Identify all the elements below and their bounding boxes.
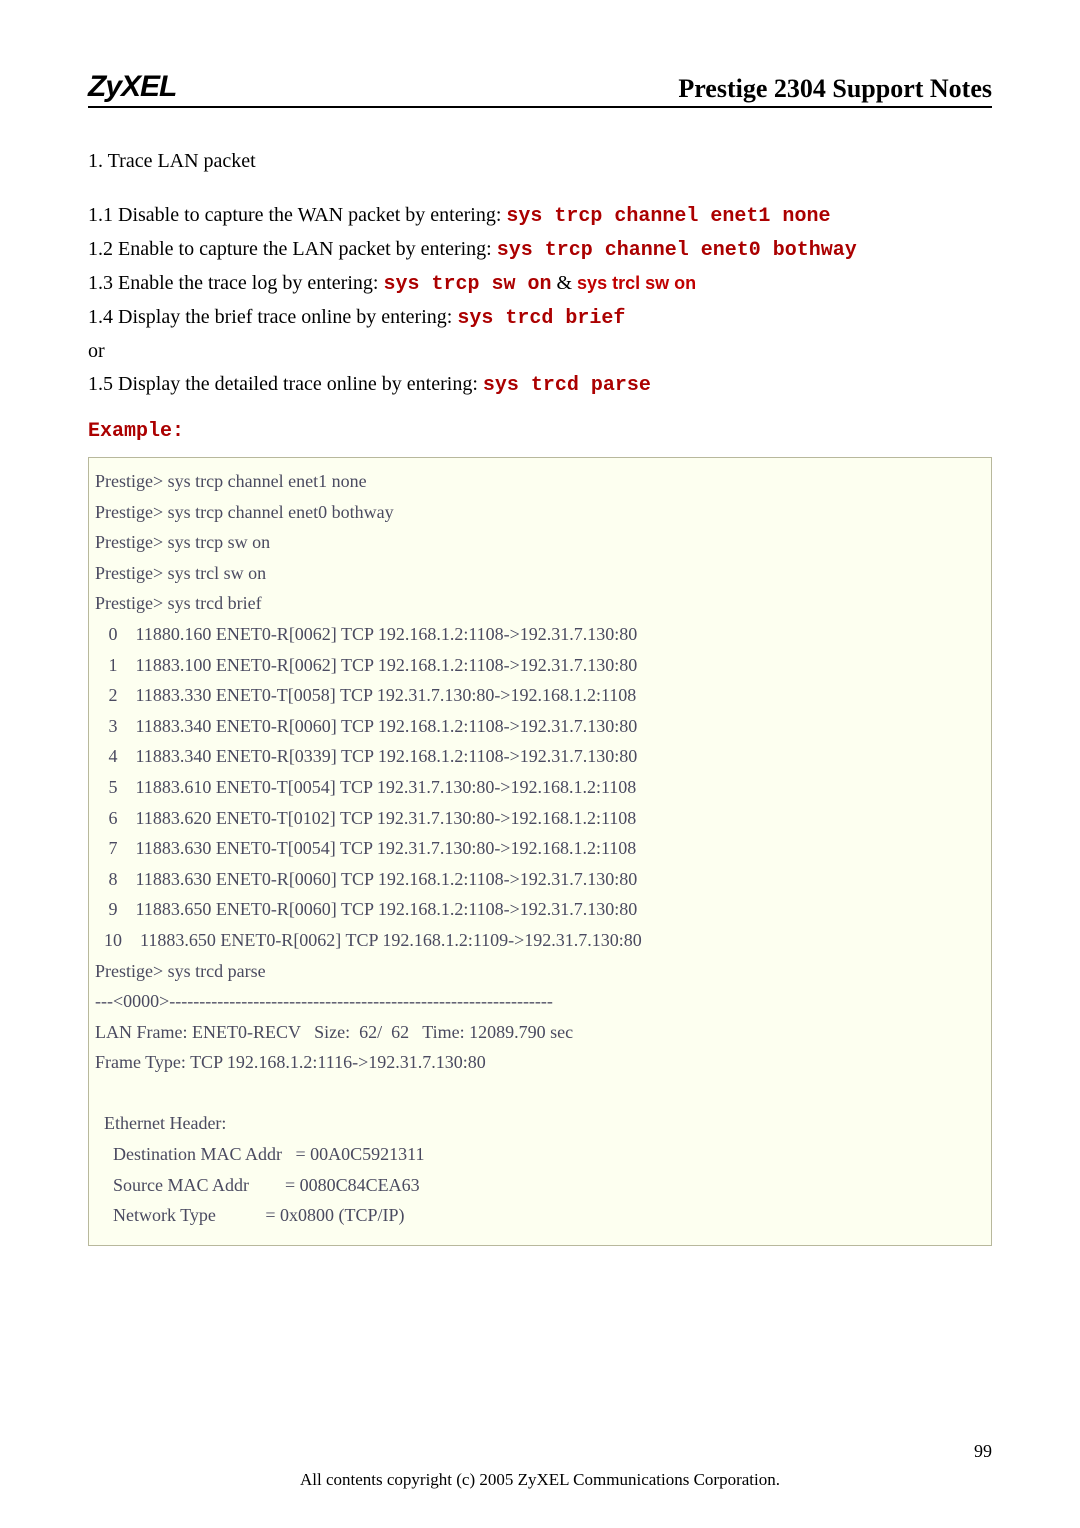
brand-logo: ZyXEL bbox=[88, 70, 176, 104]
example-heading: Example: bbox=[88, 420, 992, 443]
step-text: & bbox=[551, 272, 577, 294]
command-text: sys trcl sw on bbox=[577, 273, 696, 293]
command-text: sys trcp channel enet1 none bbox=[506, 205, 830, 228]
step-1-5: 1.5 Display the detailed trace online by… bbox=[88, 370, 992, 400]
step-text: 1.3 Enable the trace log by entering: bbox=[88, 272, 383, 294]
section-heading: 1. Trace LAN packet bbox=[88, 150, 992, 173]
step-text: 1.4 Display the brief trace online by en… bbox=[88, 306, 457, 328]
command-text: sys trcp channel enet0 bothway bbox=[497, 239, 857, 262]
page-header: ZyXEL Prestige 2304 Support Notes bbox=[88, 70, 992, 108]
step-or: or bbox=[88, 337, 992, 366]
terminal-output: Prestige> sys trcp channel enet1 none Pr… bbox=[88, 457, 992, 1246]
command-text: sys trcp sw on bbox=[383, 273, 551, 296]
command-text: sys trcd brief bbox=[457, 307, 625, 330]
page-number: 99 bbox=[974, 1441, 992, 1462]
command-text: sys trcd parse bbox=[483, 374, 651, 397]
step-text: 1.5 Display the detailed trace online by… bbox=[88, 373, 483, 395]
step-text: 1.1 Disable to capture the WAN packet by… bbox=[88, 204, 506, 226]
step-1-2: 1.2 Enable to capture the LAN packet by … bbox=[88, 235, 992, 265]
step-text: 1.2 Enable to capture the LAN packet by … bbox=[88, 238, 497, 260]
step-1-1: 1.1 Disable to capture the WAN packet by… bbox=[88, 201, 992, 231]
step-1-3: 1.3 Enable the trace log by entering: sy… bbox=[88, 269, 992, 299]
copyright-text: All contents copyright (c) 2005 ZyXEL Co… bbox=[0, 1470, 1080, 1490]
step-1-4: 1.4 Display the brief trace online by en… bbox=[88, 303, 992, 333]
document-title: Prestige 2304 Support Notes bbox=[678, 74, 992, 104]
